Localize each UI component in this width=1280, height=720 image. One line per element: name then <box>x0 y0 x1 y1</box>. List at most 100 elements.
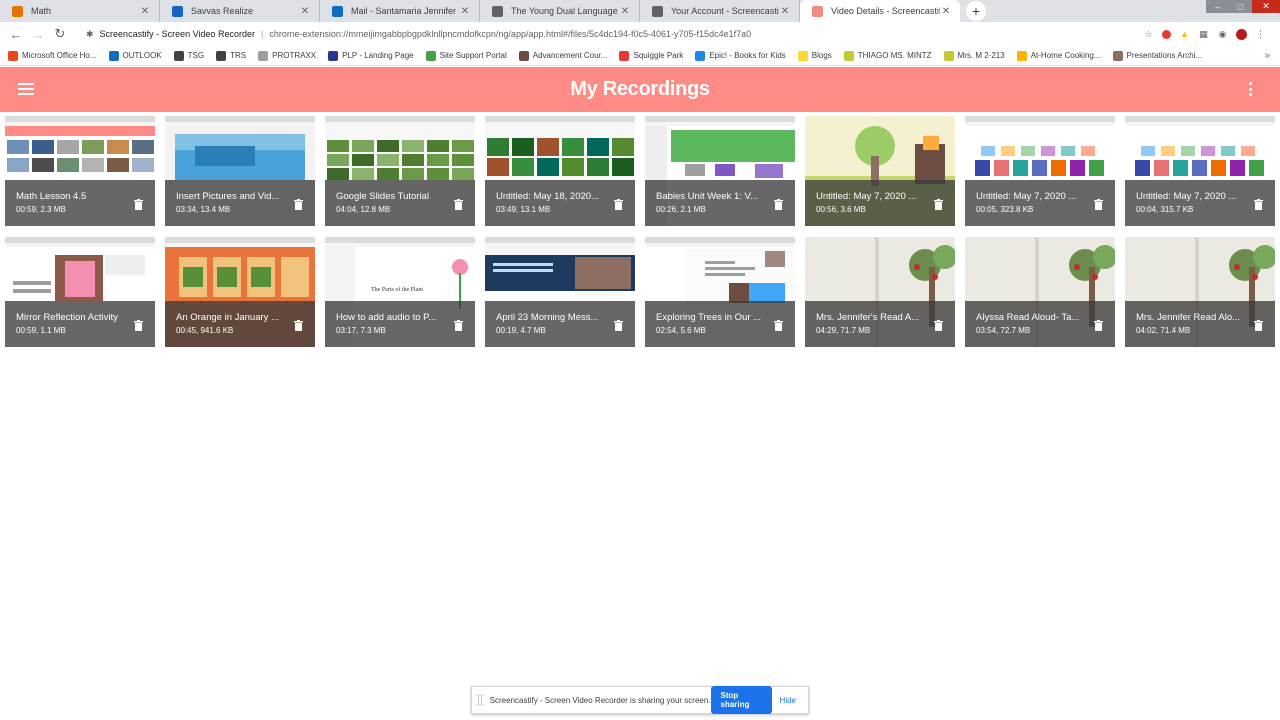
bookmarks-overflow-icon[interactable]: » <box>1264 50 1270 61</box>
close-window-icon[interactable]: ✕ <box>1252 0 1280 13</box>
forward-button[interactable]: → <box>28 24 48 44</box>
bookmark-favicon-icon <box>619 50 630 61</box>
bookmark-favicon-icon <box>695 50 706 61</box>
extension-icon[interactable]: ◉ <box>1217 29 1228 40</box>
hide-button[interactable]: Hide <box>780 696 796 705</box>
bookmark-item[interactable]: PLP - Landing Page <box>328 50 414 61</box>
browser-tab[interactable]: Math ✕ <box>0 0 160 22</box>
extension-icon[interactable]: ▲ <box>1179 29 1190 40</box>
browser-tab[interactable]: The Young Dual Language Learn✕ <box>480 0 640 22</box>
trash-icon[interactable] <box>1094 320 1103 331</box>
bookmark-item[interactable]: Site Support Portal <box>425 50 507 61</box>
bookmark-item[interactable]: THIAGO MS. MINTZ <box>843 50 932 61</box>
trash-icon[interactable] <box>294 199 303 210</box>
trash-icon[interactable] <box>1254 320 1263 331</box>
bookmark-favicon-icon <box>216 50 227 61</box>
profile-avatar[interactable] <box>1236 28 1247 40</box>
recording-card[interactable]: Google Slides Tutorial 04:04, 12.8 MB <box>325 116 475 226</box>
bookmark-label: Presentations Archi... <box>1126 51 1203 60</box>
bookmark-label: Epic! - Books for Kids <box>709 51 786 60</box>
recording-title: Untitled: May 7, 2020 ... <box>1136 191 1237 202</box>
recording-card[interactable]: Mrs. Jennifer's Read A... 04:29, 71.7 MB <box>805 237 955 347</box>
bookmark-item[interactable]: Blogs <box>797 50 832 61</box>
bookmark-item[interactable]: Presentations Archi... <box>1112 50 1203 61</box>
recording-card[interactable]: Exploring Trees in Our ... 02:54, 5.6 MB <box>645 237 795 347</box>
recording-card[interactable]: April 23 Morning Mess... 00:19, 4.7 MB <box>485 237 635 347</box>
browser-tab-strip: Math ✕ Savvas Realize ✕ Mail - Santamaria Je… <box>0 0 1280 22</box>
extension-puzzle-icon: ✱ <box>86 28 94 39</box>
app-header: My Recordings <box>0 67 1280 112</box>
trash-icon[interactable] <box>614 320 623 331</box>
browser-tab[interactable]: Savvas Realize ✕ <box>160 0 320 22</box>
reload-button[interactable]: ↻ <box>50 24 70 44</box>
bookmark-item[interactable]: Squiggle Park <box>619 50 683 61</box>
bookmark-favicon-icon <box>173 50 184 61</box>
minimize-icon[interactable]: – <box>1206 0 1229 13</box>
recording-title: April 23 Morning Mess... <box>496 312 599 323</box>
bookmark-item[interactable]: PROTRAXX <box>258 50 316 61</box>
stop-sharing-button[interactable]: Stop sharing <box>710 686 772 714</box>
recording-card[interactable]: Untitled: May 7, 2020 ... 00:04, 315.7 KB <box>1125 116 1275 226</box>
tab-label: Mail - Santamaria Jennifer - Outl <box>351 6 459 16</box>
trash-icon[interactable] <box>774 320 783 331</box>
bookmark-item[interactable]: Advancement Cour... <box>518 50 607 61</box>
trash-icon[interactable] <box>934 320 943 331</box>
recording-meta: Mirror Reflection Activity 00:59, 1.1 MB <box>5 301 155 347</box>
trash-icon[interactable] <box>934 199 943 210</box>
recording-card[interactable]: Mrs. Jennifer Read Alo... 04:02, 71.4 MB <box>1125 237 1275 347</box>
extension-grid-icon[interactable]: ▦ <box>1198 29 1209 40</box>
recording-meta: Alyssa Read Aloud- Ta... 03:54, 72.7 MB <box>965 301 1115 347</box>
bookmark-item[interactable]: TRS <box>216 50 246 61</box>
tab-close-icon[interactable]: ✕ <box>139 6 151 17</box>
bookmark-item[interactable]: OUTLOOK <box>108 50 162 61</box>
tab-close-icon[interactable]: ✕ <box>459 6 471 17</box>
tab-favicon-icon <box>172 5 183 17</box>
recording-card[interactable]: An Orange in January ... 00:45, 941.6 KB <box>165 237 315 347</box>
trash-icon[interactable] <box>1094 199 1103 210</box>
recording-card[interactable]: Mirror Reflection Activity 00:59, 1.1 MB <box>5 237 155 347</box>
back-button[interactable]: ← <box>6 24 26 44</box>
recording-duration-size: 00:45, 941.6 KB <box>176 326 234 335</box>
drag-handle-icon[interactable] <box>478 695 482 705</box>
trash-icon[interactable] <box>614 199 623 210</box>
more-options-icon[interactable] <box>1249 82 1253 96</box>
tab-close-icon[interactable]: ✕ <box>619 6 631 17</box>
bookmark-label: PLP - Landing Page <box>342 51 414 60</box>
recording-card[interactable]: Untitled: May 18, 2020... 03:49, 13.1 MB <box>485 116 635 226</box>
browser-toolbar: ← → ↻ ✱ Screencastify - Screen Video Rec… <box>0 22 1280 46</box>
bookmark-item[interactable]: Epic! - Books for Kids <box>695 50 786 61</box>
trash-icon[interactable] <box>294 320 303 331</box>
menu-icon[interactable] <box>18 83 34 95</box>
bookmark-item[interactable]: Microsoft Office Ho... <box>8 50 97 61</box>
screencastify-extension-icon[interactable] <box>1162 29 1171 39</box>
trash-icon[interactable] <box>134 199 143 210</box>
bookmark-item[interactable]: TSG <box>173 50 204 61</box>
recording-card[interactable]: Babies Unit Week 1: V... 00:26, 2.1 MB <box>645 116 795 226</box>
address-bar[interactable]: ✱ Screencastify - Screen Video Recorder … <box>78 24 1143 44</box>
bookmark-favicon-icon <box>1016 50 1027 61</box>
browser-tab[interactable]: Video Details - Screencastify ✕ <box>800 0 960 22</box>
tab-close-icon[interactable]: ✕ <box>940 6 952 17</box>
recording-card[interactable]: Untitled: May 7, 2020 ... 00:05, 323.8 KB <box>965 116 1115 226</box>
recording-title: Mirror Reflection Activity <box>16 312 118 323</box>
recording-card[interactable]: Alyssa Read Aloud- Ta... 03:54, 72.7 MB <box>965 237 1115 347</box>
tab-close-icon[interactable]: ✕ <box>779 6 791 17</box>
maximize-icon[interactable]: □ <box>1229 0 1252 13</box>
recording-card[interactable]: Insert Pictures and Vid... 03:34, 13.4 MB <box>165 116 315 226</box>
browser-menu-icon[interactable]: ⋮ <box>1255 29 1266 40</box>
bookmark-item[interactable]: At-Home Cooking... <box>1016 50 1101 61</box>
trash-icon[interactable] <box>454 320 463 331</box>
trash-icon[interactable] <box>1254 199 1263 210</box>
tab-close-icon[interactable]: ✕ <box>299 6 311 17</box>
trash-icon[interactable] <box>454 199 463 210</box>
browser-tab[interactable]: Mail - Santamaria Jennifer - Outl✕ <box>320 0 480 22</box>
browser-tab[interactable]: Your Account - Screencastify ✕ <box>640 0 800 22</box>
recording-card[interactable]: Math Lesson 4.5 00:59, 2.3 MB <box>5 116 155 226</box>
bookmark-item[interactable]: Mrs. M 2-213 <box>943 50 1005 61</box>
trash-icon[interactable] <box>134 320 143 331</box>
trash-icon[interactable] <box>774 199 783 210</box>
recording-card[interactable]: Untitled: May 7, 2020 ... 00:56, 3.6 MB <box>805 116 955 226</box>
bookmark-star-icon[interactable]: ☆ <box>1143 29 1154 40</box>
recording-card[interactable]: The Parts of the Plant How to add audio t… <box>325 237 475 347</box>
new-tab-button[interactable]: + <box>966 1 986 21</box>
